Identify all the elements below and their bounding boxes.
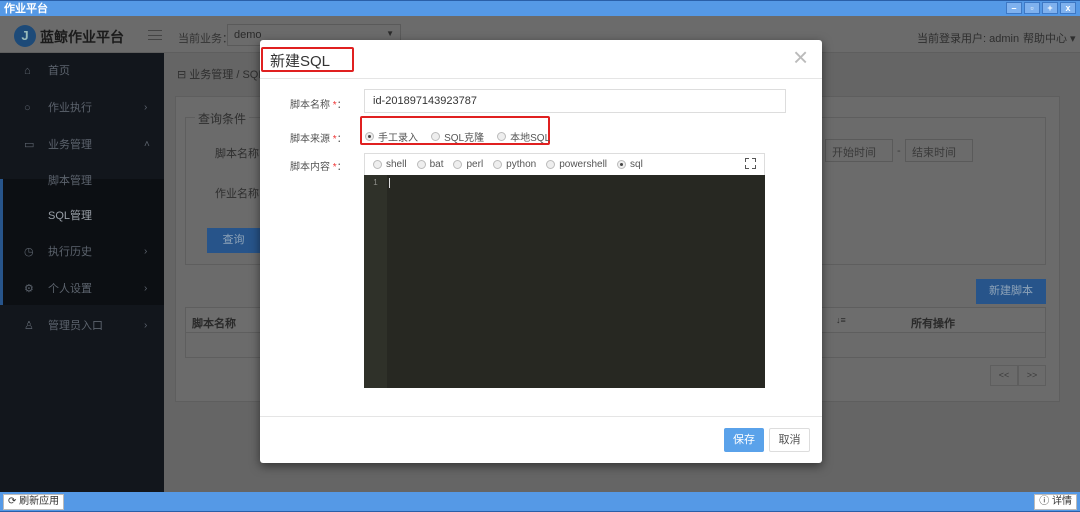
- source-label: 脚本来源 *：: [290, 134, 347, 145]
- lang-bat[interactable]: bat: [416, 159, 443, 170]
- sidebar-item-label: 执行历史: [48, 246, 92, 258]
- chevron-up-icon: ˄: [144, 139, 150, 150]
- sidebar-item-home[interactable]: ⌂ 首页: [0, 53, 164, 89]
- home-icon: ⌂: [24, 65, 31, 77]
- sidebar: ⌂ 首页 ○ 作业执行 › ▭ 业务管理 ˄ 脚本管理 SQL管理 ◷ 执行历史 › ⚙ 个人设…: [0, 53, 164, 492]
- sidebar-item-label: 首页: [48, 65, 70, 77]
- language-toolbar: shell bat perl python powershell sql: [364, 153, 765, 175]
- logo-icon: J: [14, 25, 36, 47]
- logo-text: 蓝鲸作业平台: [40, 29, 124, 45]
- lang-perl[interactable]: perl: [453, 159, 483, 170]
- window-title-bar: 作业平台 – ▫ + x: [0, 0, 1080, 16]
- sidebar-item-label: 管理员入口: [48, 320, 103, 332]
- help-center-menu[interactable]: 帮助中心 ▾: [1023, 30, 1076, 46]
- lang-shell[interactable]: shell: [373, 159, 407, 170]
- radio-manual[interactable]: 手工录入: [365, 129, 418, 144]
- divider: [260, 78, 822, 79]
- user-icon: ♙: [24, 320, 34, 332]
- details-button[interactable]: ⓘ 详情: [1034, 494, 1077, 510]
- circle-icon: ○: [24, 102, 31, 114]
- chevron-right-icon: ›: [144, 283, 148, 294]
- sidebar-item-label: 个人设置: [48, 283, 92, 295]
- name-label: 脚本名称 *：: [290, 100, 347, 111]
- gear-icon: ⚙: [24, 283, 34, 295]
- refresh-app-button[interactable]: ⟳ 刷新应用: [3, 494, 65, 510]
- minimize-button[interactable]: –: [1006, 2, 1022, 14]
- briefcase-icon: ▭: [24, 139, 35, 151]
- content-label: 脚本内容 *：: [290, 162, 347, 173]
- clock-icon: ◷: [24, 246, 34, 258]
- pagination: << >>: [990, 365, 1046, 386]
- chevron-down-icon: ▼: [386, 29, 394, 38]
- close-window-button[interactable]: x: [1060, 2, 1076, 14]
- query-button[interactable]: 查询: [207, 228, 260, 253]
- source-radio-group: 手工录入 SQL克隆 本地SQL: [365, 129, 560, 144]
- chevron-right-icon: ›: [144, 320, 148, 331]
- line-gutter: 1: [364, 175, 387, 388]
- next-page-button[interactable]: >>: [1018, 365, 1046, 386]
- current-user: 当前登录用户: admin: [917, 33, 1020, 45]
- start-time-input[interactable]: 开始时间: [825, 139, 893, 162]
- biz-value: demo: [234, 29, 262, 41]
- bottom-bar: ⟳ 刷新应用 ⓘ 详情: [0, 492, 1080, 512]
- fullscreen-icon[interactable]: [745, 158, 756, 169]
- text-cursor: [389, 178, 390, 188]
- maximize-button[interactable]: +: [1042, 2, 1058, 14]
- sort-icon[interactable]: ↓≡: [836, 315, 846, 325]
- new-script-button[interactable]: 新建脚本: [976, 279, 1046, 304]
- breadcrumb: ⊟ 业务管理 / SQL: [177, 69, 265, 81]
- range-dash: -: [897, 145, 901, 157]
- cancel-button[interactable]: 取消: [769, 428, 810, 452]
- radio-local-sql[interactable]: 本地SQL: [497, 129, 550, 144]
- biz-label: 当前业务：: [178, 33, 233, 45]
- window-controls: – ▫ + x: [1006, 2, 1076, 14]
- code-editor[interactable]: 1: [364, 175, 765, 388]
- dialog-title: 新建SQL: [270, 53, 331, 70]
- lang-sql[interactable]: sql: [617, 159, 643, 170]
- save-button[interactable]: 保存: [724, 428, 764, 452]
- col-script-name: 脚本名称: [192, 318, 236, 330]
- sidebar-item-job-exec[interactable]: ○ 作业执行 ›: [0, 90, 164, 126]
- prev-page-button[interactable]: <<: [990, 365, 1018, 386]
- sidebar-item-label: 作业执行: [48, 102, 92, 114]
- window-title: 作业平台: [4, 3, 48, 15]
- sidebar-item-label: SQL管理: [48, 210, 93, 222]
- col-actions: 所有操作: [911, 318, 955, 330]
- sidebar-item-sql-manage[interactable]: SQL管理: [0, 198, 164, 234]
- chevron-right-icon: ›: [144, 102, 148, 113]
- lang-powershell[interactable]: powershell: [546, 159, 607, 170]
- sidebar-item-settings[interactable]: ⚙ 个人设置 ›: [0, 271, 164, 307]
- radio-sql-clone[interactable]: SQL克隆: [431, 129, 484, 144]
- end-time-input[interactable]: 结束时间: [905, 139, 973, 162]
- sidebar-item-label: 业务管理: [48, 139, 92, 151]
- lang-python[interactable]: python: [493, 159, 536, 170]
- sidebar-item-admin[interactable]: ♙ 管理员入口 ›: [0, 308, 164, 344]
- restore-button[interactable]: ▫: [1024, 2, 1040, 14]
- sidebar-item-biz-manage[interactable]: ▭ 业务管理 ˄: [0, 127, 164, 163]
- sidebar-item-script-manage[interactable]: 脚本管理: [0, 163, 164, 199]
- query-legend: 查询条件: [195, 110, 250, 127]
- sidebar-item-label: 脚本管理: [48, 175, 92, 187]
- chevron-right-icon: ›: [144, 246, 148, 257]
- menu-toggle-icon[interactable]: [148, 30, 162, 40]
- sidebar-item-history[interactable]: ◷ 执行历史 ›: [0, 234, 164, 270]
- close-icon[interactable]: ×: [793, 42, 808, 73]
- new-sql-dialog: 新建SQL × 脚本名称 *： id-201897143923787 脚本来源 …: [260, 40, 822, 463]
- divider: [260, 416, 822, 417]
- script-name-input[interactable]: id-201897143923787: [364, 89, 786, 113]
